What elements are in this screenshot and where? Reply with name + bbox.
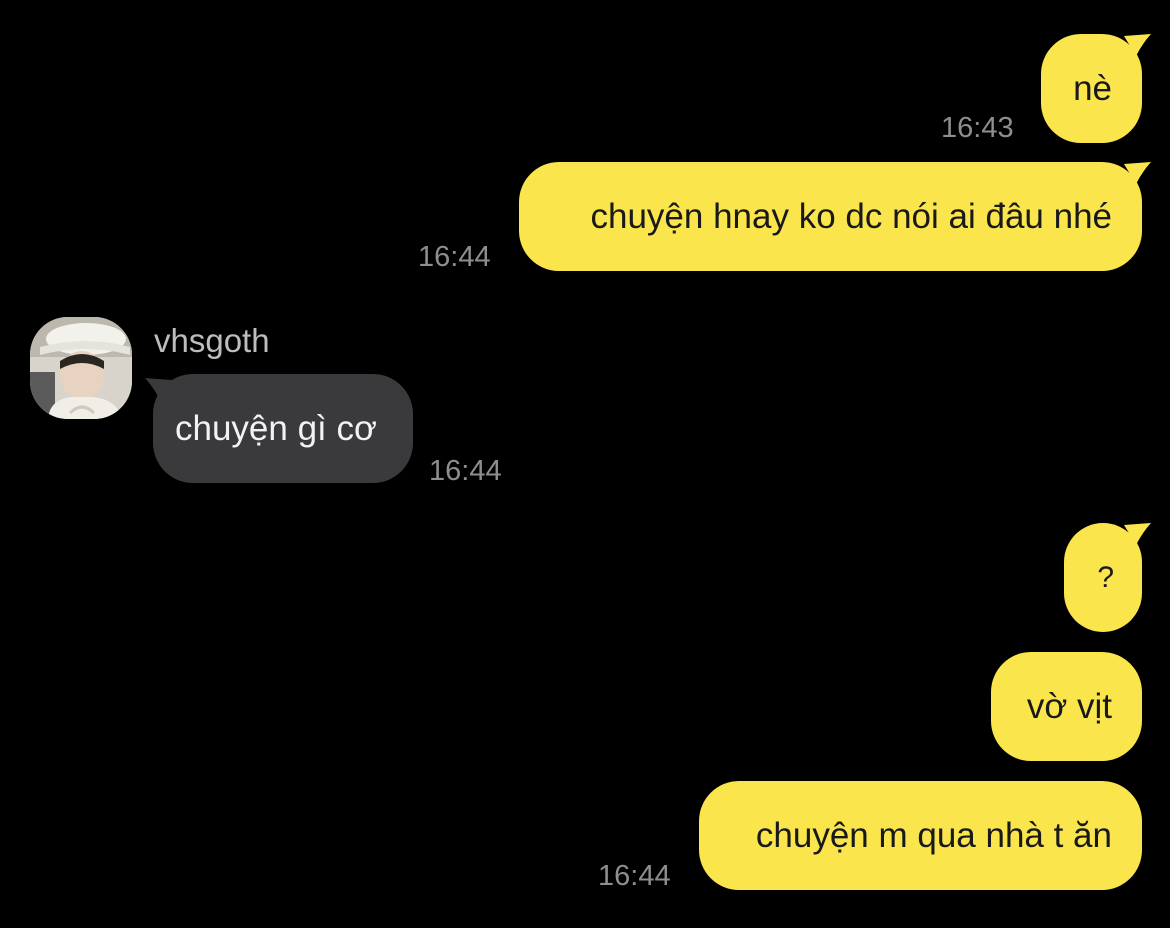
outgoing-message-bubble[interactable]: ? bbox=[1064, 523, 1151, 632]
avatar[interactable] bbox=[30, 317, 132, 419]
outgoing-message-bubble[interactable]: chuyện hnay ko dc nói ai đâu nhé bbox=[519, 162, 1151, 271]
message-text: chuyện hnay ko dc nói ai đâu nhé bbox=[590, 197, 1113, 236]
bubble-tail-icon bbox=[1124, 523, 1151, 545]
incoming-message-bubble[interactable]: chuyện gì cơ bbox=[145, 374, 413, 483]
message-text: chuyện m qua nhà t ăn bbox=[755, 816, 1112, 855]
message-text: nè bbox=[1073, 69, 1112, 108]
outgoing-message-bubble[interactable]: chuyện m qua nhà t ăn bbox=[699, 781, 1142, 890]
message-text: vờ vịt bbox=[1026, 687, 1112, 726]
bubble-tail-icon bbox=[145, 378, 172, 400]
bubble-tail-icon bbox=[1124, 162, 1151, 184]
profile-photo-icon bbox=[30, 317, 132, 419]
sender-name: vhsgoth bbox=[154, 322, 270, 359]
message-timestamp: 16:44 bbox=[429, 455, 502, 487]
message-text: ? bbox=[1097, 560, 1114, 594]
message-timestamp: 16:44 bbox=[598, 860, 671, 892]
message-timestamp: 16:44 bbox=[418, 241, 491, 273]
bubble-tail-icon bbox=[1124, 34, 1151, 56]
outgoing-message-bubble[interactable]: nè bbox=[1041, 34, 1151, 143]
message-text: chuyện gì cơ bbox=[175, 409, 377, 448]
message-timestamp: 16:43 bbox=[941, 112, 1014, 144]
outgoing-message-bubble[interactable]: vờ vịt bbox=[991, 652, 1142, 761]
